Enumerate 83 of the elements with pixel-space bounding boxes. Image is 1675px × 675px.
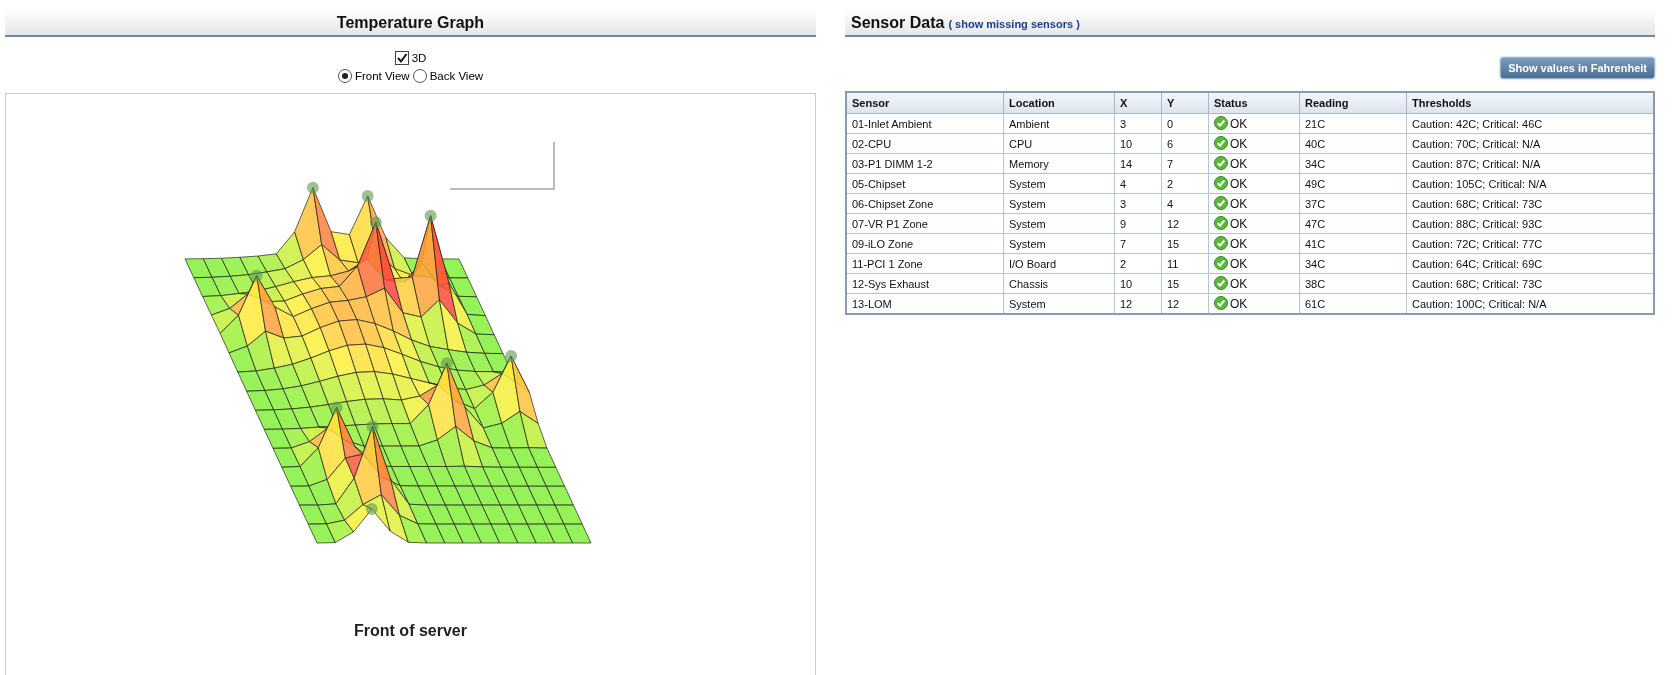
table-cell: 7 [1114, 233, 1162, 254]
table-cell: 49C [1299, 173, 1407, 194]
table-cell: 09-iLO Zone [846, 233, 1004, 254]
table-cell: System [1003, 213, 1115, 234]
table-cell: 3 [1114, 193, 1162, 214]
table-cell: 05-Chipset [846, 173, 1004, 194]
status-text: OK [1230, 297, 1248, 311]
table-cell: System [1003, 193, 1115, 214]
table-cell: 12-Sys Exhaust [846, 273, 1004, 294]
column-header: Y [1161, 92, 1209, 114]
table-cell: 37C [1299, 193, 1407, 214]
table-cell: I/O Board [1003, 253, 1115, 274]
table-cell: 15 [1161, 273, 1209, 294]
check-icon [1214, 216, 1228, 230]
table-cell: System [1003, 173, 1115, 194]
column-header: Status [1208, 92, 1300, 114]
status-text: OK [1230, 157, 1248, 171]
panel-title: Sensor Data [851, 13, 945, 32]
table-cell: Chassis [1003, 273, 1115, 294]
table-cell: 12 [1161, 213, 1209, 234]
radio-button[interactable] [412, 69, 427, 83]
check-icon [1214, 256, 1228, 270]
table-cell: 7 [1161, 153, 1209, 174]
table-cell: 01-Inlet Ambient [846, 113, 1004, 134]
table-cell: 2 [1114, 253, 1162, 274]
check-icon [1214, 116, 1228, 130]
table-cell: 4 [1161, 193, 1209, 214]
checkbox-label: 3D [411, 52, 427, 64]
column-header: Reading [1299, 92, 1407, 114]
show-missing-sensors-link[interactable]: ( show missing sensors ) [948, 18, 1080, 30]
table-cell: 40C [1299, 133, 1407, 154]
table-cell: 34C [1299, 253, 1407, 274]
table-cell: 03-P1 DIMM 1-2 [846, 153, 1004, 174]
radio-label: Front View [354, 70, 410, 82]
status-text: OK [1230, 117, 1248, 131]
table-cell: 38C [1299, 273, 1407, 294]
check-icon [1214, 136, 1228, 150]
table-cell: 2 [1161, 173, 1209, 194]
table-cell: CPU [1003, 133, 1115, 154]
table-cell: 47C [1299, 213, 1407, 234]
status-text: OK [1230, 217, 1248, 231]
table-cell: 41C [1299, 233, 1407, 254]
status-text: OK [1230, 197, 1248, 211]
check-icon [1214, 296, 1228, 310]
table-cell: 4 [1114, 173, 1162, 194]
table-cell: 10 [1114, 273, 1162, 294]
fahrenheit-button[interactable]: Show values in Fahrenheit [1500, 57, 1655, 79]
table-cell: 10 [1114, 133, 1162, 154]
graph-caption: Front of server [354, 622, 467, 640]
table-cell: System [1003, 233, 1115, 254]
table-cell: 21C [1299, 113, 1407, 134]
table-cell: 15 [1161, 233, 1209, 254]
checkbox[interactable] [394, 51, 409, 65]
table-cell: 07-VR P1 Zone [846, 213, 1004, 234]
status-text: OK [1230, 237, 1248, 251]
column-header: X [1114, 92, 1162, 114]
table-cell: 11-PCI 1 Zone [846, 253, 1004, 274]
status-text: OK [1230, 257, 1248, 271]
check-icon [1214, 156, 1228, 170]
status-text: OK [1230, 177, 1248, 191]
table-cell: 0 [1161, 113, 1209, 134]
status-text: OK [1230, 137, 1248, 151]
table-cell: 3 [1114, 113, 1162, 134]
column-header: Thresholds [1406, 92, 1654, 114]
status-text: OK [1230, 277, 1248, 291]
table-cell: 06-Chipset Zone [846, 193, 1004, 214]
panel-title: Temperature Graph [336, 13, 485, 32]
column-header: Sensor [846, 92, 1004, 114]
radio-label: Back View [429, 70, 484, 82]
column-header: Location [1003, 92, 1115, 114]
check-icon [1214, 196, 1228, 210]
table-cell: 34C [1299, 153, 1407, 174]
check-icon [1214, 276, 1228, 290]
table-cell: 02-CPU [846, 133, 1004, 154]
table-cell: Ambient [1003, 113, 1115, 134]
radio-button[interactable] [337, 69, 352, 83]
table-cell: 14 [1114, 153, 1162, 174]
table-cell: 6 [1161, 133, 1209, 154]
table-cell: Memory [1003, 153, 1115, 174]
check-icon [1214, 176, 1228, 190]
check-icon [1214, 236, 1228, 250]
table-cell: 9 [1114, 213, 1162, 234]
table-cell: 11 [1161, 253, 1209, 274]
